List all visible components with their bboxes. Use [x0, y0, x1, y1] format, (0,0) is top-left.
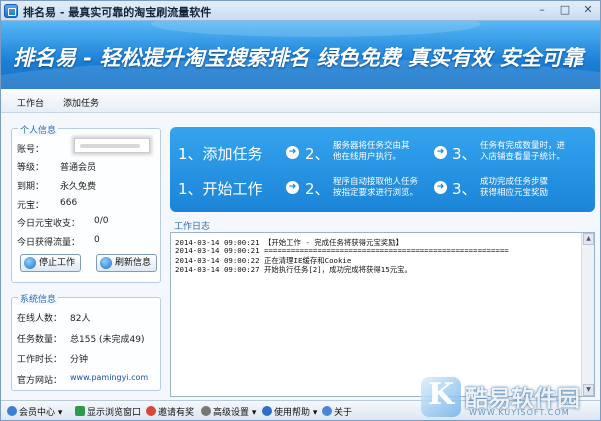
- steps-guide-panel: 1、添加任务 ➜ 2、 服务器将任务交由其 他在线用户执行。 ➜ 3、 任务有完…: [170, 127, 595, 212]
- account-field: [74, 138, 150, 153]
- step1-2-text: 服务器将任务交由其 他在线用户执行。: [333, 141, 410, 162]
- advanced-settings-menu[interactable]: 高级设置 ▾: [201, 405, 256, 418]
- gift-icon: [146, 406, 156, 416]
- refresh-info-button[interactable]: 刷新信息: [96, 254, 157, 272]
- step1-3-text: 任务有完成数量时，进 入店铺查看量子统计。: [480, 141, 566, 162]
- system-info-group: 系统信息 在线人数： 82人 任务数量： 总155 (未完成49) 工作时长： …: [11, 292, 161, 391]
- today-traffic-value: 0: [94, 235, 100, 245]
- today-traffic-row: 今日获得流量： 0: [17, 235, 100, 248]
- member-center-label: 会员中心 ▾: [19, 408, 63, 418]
- online-row: 在线人数： 82人: [17, 311, 90, 324]
- expire-value: 永久免费: [60, 182, 97, 192]
- coins-label: 元宝：: [17, 201, 45, 211]
- online-label: 在线人数：: [17, 314, 63, 324]
- scroll-up-arrow-icon[interactable]: ▲: [583, 233, 594, 245]
- maximize-button[interactable]: □: [554, 3, 576, 18]
- watermark: K 酷易软件园 WWW.KUYISOFT.COM: [419, 375, 600, 420]
- watermark-url: WWW.KUYISOFT.COM: [469, 408, 570, 417]
- header-banner: 排名易 - 轻松提升淘宝搜索排名 绿色免费 真实有效 安全可靠: [1, 21, 600, 89]
- menu-bar: 工作台 添加任务: [1, 89, 600, 113]
- log-scrollbar[interactable]: ▲ ▼: [581, 233, 594, 396]
- browser-window-icon: [75, 406, 85, 416]
- work-log-textarea[interactable]: 2014-03-14 09:00:21 【开始工作 - 完成任务将获得元宝奖励】…: [170, 232, 595, 397]
- arrow-right-icon: ➜: [286, 181, 299, 194]
- help-menu[interactable]: 使用帮助 ▾: [262, 405, 317, 418]
- app-window: 排名易 - 最真实可靠的淘宝刷流量软件 – □ ✕ 排名易 - 轻松提升淘宝搜索…: [0, 0, 601, 421]
- online-value: 82人: [70, 314, 91, 324]
- about-label: 关于: [334, 408, 353, 418]
- step1-add-task: 1、添加任务: [178, 145, 263, 163]
- about-button[interactable]: 关于: [322, 405, 352, 418]
- tasks-value: 总155 (未完成49): [70, 335, 145, 345]
- step1-3-number: 3、: [452, 145, 477, 163]
- step2-2-text: 程序自动接取他人任务 按指定要求进行浏览。: [333, 177, 419, 198]
- today-income-value: 0/0: [94, 216, 109, 226]
- menu-add-task[interactable]: 添加任务: [63, 96, 99, 109]
- tasks-row: 任务数量： 总155 (未完成49): [17, 332, 145, 345]
- help-label: 使用帮助 ▾: [274, 408, 318, 418]
- log-line: 2014-03-14 09:00:27 开始执行任务[2]，成功完成将获得15元…: [175, 265, 412, 274]
- system-info-title: 系统信息: [18, 292, 59, 305]
- coins-row: 元宝： 666: [17, 198, 77, 211]
- level-row: 等级： 普通会员: [17, 160, 96, 173]
- expire-label: 到期：: [17, 182, 45, 192]
- title-bar[interactable]: 排名易 - 最真实可靠的淘宝刷流量软件 – □ ✕: [1, 1, 600, 21]
- today-traffic-label: 今日获得流量：: [17, 238, 81, 248]
- level-label: 等级：: [17, 163, 45, 173]
- worktime-value: 分钟: [70, 355, 89, 365]
- invite-reward-label: 邀请有奖: [158, 408, 195, 418]
- show-browser-window-label: 显示浏览窗口: [87, 408, 142, 418]
- member-center-menu[interactable]: 会员中心 ▾: [7, 405, 62, 418]
- step2-3-text: 成功完成任务步骤 获得相应元宝奖励: [480, 177, 549, 198]
- personal-info-group: 个人信息 账号： 等级： 普通会员 到期： 永久免费 元宝： 666 今日元宝收…: [11, 123, 161, 283]
- banner-slogan: 排名易 - 轻松提升淘宝搜索排名 绿色免费 真实有效 安全可靠: [13, 46, 584, 70]
- menu-workbench[interactable]: 工作台: [17, 96, 44, 109]
- step2-2-number: 2、: [305, 180, 330, 198]
- coins-value: 666: [60, 198, 78, 208]
- stop-work-label: 停止工作: [39, 258, 76, 268]
- window-title: 排名易 - 最真实可靠的淘宝刷流量软件: [23, 6, 212, 19]
- worktime-row: 工作时长： 分钟: [17, 352, 88, 365]
- today-income-row: 今日元宝收支： 0/0: [17, 216, 108, 229]
- close-button[interactable]: ✕: [577, 3, 599, 18]
- level-value: 普通会员: [60, 163, 97, 173]
- site-row: 官方网站： www.pamingyi.com: [17, 373, 148, 386]
- refresh-icon: [100, 257, 112, 269]
- tasks-label: 任务数量：: [17, 335, 63, 345]
- settings-icon: [201, 406, 211, 416]
- arrow-right-icon: ➜: [286, 146, 299, 159]
- official-site-link[interactable]: www.pamingyi.com: [70, 373, 148, 382]
- step1-2-number: 2、: [305, 145, 330, 163]
- account-value-redacted: [80, 144, 140, 148]
- watermark-logo-letter: K: [428, 377, 455, 412]
- stop-icon: [24, 257, 36, 269]
- today-income-label: 今日元宝收支：: [17, 219, 81, 229]
- stop-work-button[interactable]: 停止工作: [20, 254, 81, 272]
- account-row: 账号：: [17, 142, 44, 155]
- work-log-title: 工作日志: [174, 222, 211, 232]
- minimize-button[interactable]: –: [531, 3, 553, 18]
- help-icon: [262, 406, 272, 416]
- step2-start-work: 1、开始工作: [178, 180, 263, 198]
- refresh-info-label: 刷新信息: [115, 258, 152, 268]
- log-line: 2014-03-14 09:00:21 ====================…: [175, 246, 509, 255]
- info-icon: [322, 406, 332, 416]
- show-browser-window-button[interactable]: 显示浏览窗口: [75, 405, 141, 418]
- arrow-right-icon: ➜: [434, 181, 447, 194]
- worktime-label: 工作时长：: [17, 355, 63, 365]
- step2-3-number: 3、: [452, 180, 477, 198]
- site-label: 官方网站：: [17, 376, 63, 386]
- advanced-settings-label: 高级设置 ▾: [213, 408, 257, 418]
- personal-info-title: 个人信息: [18, 123, 59, 136]
- arrow-right-icon: ➜: [434, 146, 447, 159]
- member-icon: [7, 406, 17, 416]
- expire-row: 到期： 永久免费: [17, 179, 96, 192]
- account-label: 账号：: [17, 145, 45, 155]
- invite-reward-button[interactable]: 邀请有奖: [146, 405, 194, 418]
- app-logo-icon: [4, 4, 18, 18]
